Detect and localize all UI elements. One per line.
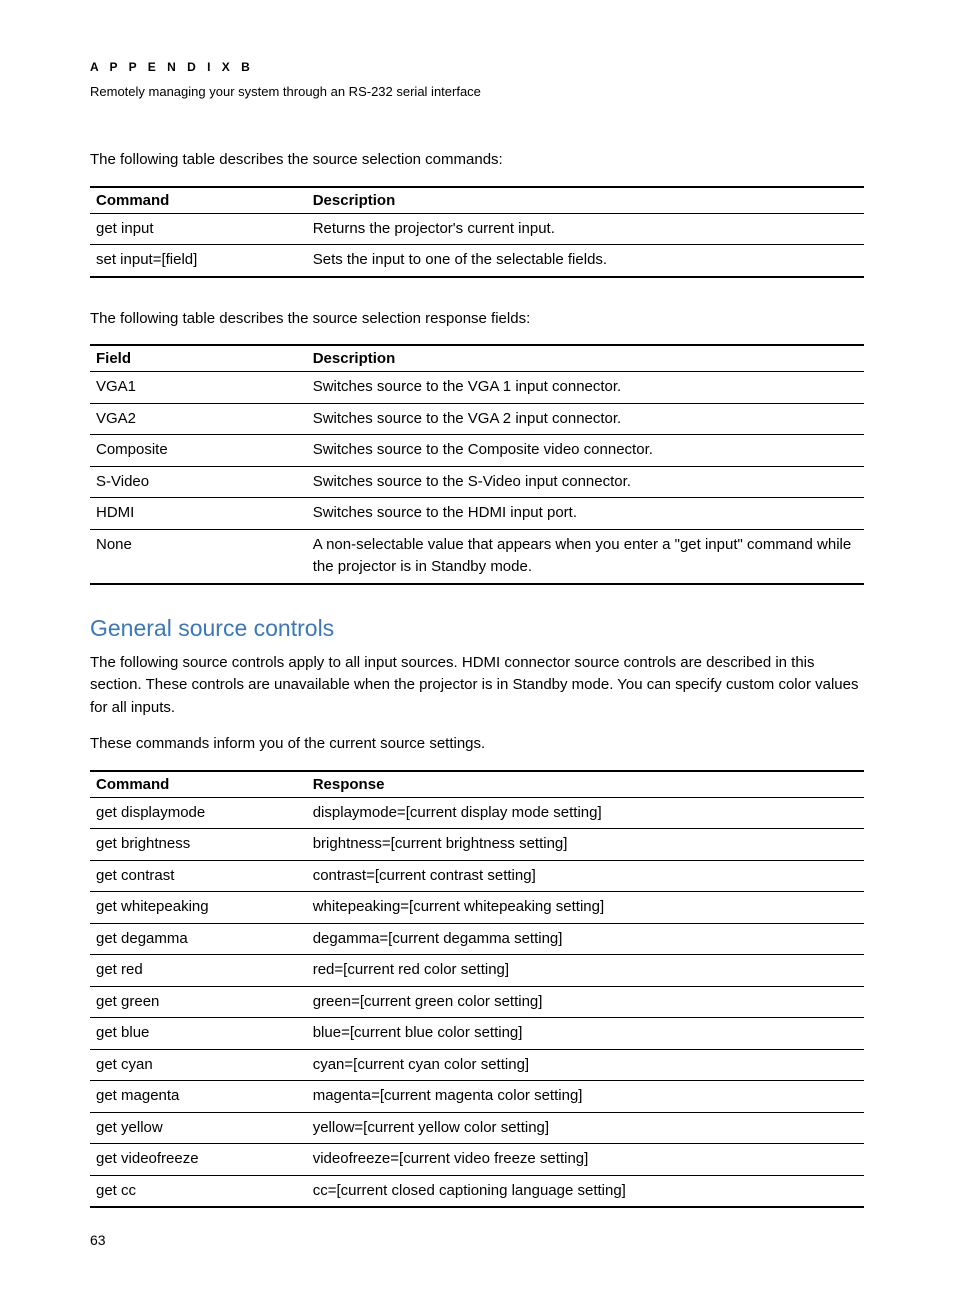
table-header: Description	[307, 187, 864, 214]
table-header: Field	[90, 345, 307, 372]
table-cell: whitepeaking=[current whitepeaking setti…	[307, 892, 864, 924]
table-cell: get green	[90, 986, 307, 1018]
table-row: get greengreen=[current green color sett…	[90, 986, 864, 1018]
appendix-label: A P P E N D I X B	[90, 60, 864, 74]
document-page: A P P E N D I X B Remotely managing your…	[0, 0, 954, 1298]
table-cell: yellow=[current yellow color setting]	[307, 1112, 864, 1144]
table-row: get whitepeakingwhitepeaking=[current wh…	[90, 892, 864, 924]
table-cell: get whitepeaking	[90, 892, 307, 924]
table-cell: S-Video	[90, 466, 307, 498]
table-cell: videofreeze=[current video freeze settin…	[307, 1144, 864, 1176]
table-cell: degamma=[current degamma setting]	[307, 923, 864, 955]
table-row: VGA1Switches source to the VGA 1 input c…	[90, 372, 864, 404]
table-cell: get blue	[90, 1018, 307, 1050]
table-cell: set input=[field]	[90, 245, 307, 277]
table-row: get contrastcontrast=[current contrast s…	[90, 860, 864, 892]
table-row: get redred=[current red color setting]	[90, 955, 864, 987]
table-row: get inputReturns the projector's current…	[90, 213, 864, 245]
table-row: get displaymodedisplaymode=[current disp…	[90, 797, 864, 829]
table-row: NoneA non-selectable value that appears …	[90, 529, 864, 584]
table-cell: Switches source to the HDMI input port.	[307, 498, 864, 530]
table-row: S-VideoSwitches source to the S-Video in…	[90, 466, 864, 498]
table-cell: VGA2	[90, 403, 307, 435]
table-row: CompositeSwitches source to the Composit…	[90, 435, 864, 467]
table-cell: cc=[current closed captioning language s…	[307, 1175, 864, 1207]
table-row: get yellowyellow=[current yellow color s…	[90, 1112, 864, 1144]
table-cell: get cc	[90, 1175, 307, 1207]
page-subtitle: Remotely managing your system through an…	[90, 84, 864, 99]
intro-text-2: The following table describes the source…	[90, 308, 864, 331]
table-cell: Sets the input to one of the selectable …	[307, 245, 864, 277]
section-paragraph-1: The following source controls apply to a…	[90, 652, 864, 720]
source-selection-commands-table: Command Description get inputReturns the…	[90, 186, 864, 278]
table-header: Command	[90, 187, 307, 214]
table-row: set input=[field]Sets the input to one o…	[90, 245, 864, 277]
table-row: get brightnessbrightness=[current bright…	[90, 829, 864, 861]
table-cell: green=[current green color setting]	[307, 986, 864, 1018]
table-cell: VGA1	[90, 372, 307, 404]
source-settings-table: Command Response get displaymodedisplaym…	[90, 770, 864, 1209]
table-cell: red=[current red color setting]	[307, 955, 864, 987]
section-heading: General source controls	[90, 615, 864, 642]
table-header: Command	[90, 771, 307, 798]
table-cell: get yellow	[90, 1112, 307, 1144]
table-cell: Switches source to the S-Video input con…	[307, 466, 864, 498]
table-cell: get videofreeze	[90, 1144, 307, 1176]
section-paragraph-2: These commands inform you of the current…	[90, 733, 864, 756]
table-cell: displaymode=[current display mode settin…	[307, 797, 864, 829]
table-cell: get input	[90, 213, 307, 245]
table-header: Description	[307, 345, 864, 372]
table-cell: get contrast	[90, 860, 307, 892]
table-cell: A non-selectable value that appears when…	[307, 529, 864, 584]
table-row: get blueblue=[current blue color setting…	[90, 1018, 864, 1050]
table-cell: Returns the projector's current input.	[307, 213, 864, 245]
table-row: get cyancyan=[current cyan color setting…	[90, 1049, 864, 1081]
table-cell: get cyan	[90, 1049, 307, 1081]
page-number: 63	[90, 1232, 106, 1248]
table-cell: get degamma	[90, 923, 307, 955]
source-selection-fields-table: Field Description VGA1Switches source to…	[90, 344, 864, 585]
table-cell: blue=[current blue color setting]	[307, 1018, 864, 1050]
table-cell: get displaymode	[90, 797, 307, 829]
table-header: Response	[307, 771, 864, 798]
table-row: get magentamagenta=[current magenta colo…	[90, 1081, 864, 1113]
table-row: HDMISwitches source to the HDMI input po…	[90, 498, 864, 530]
table-cell: Composite	[90, 435, 307, 467]
table-row: get videofreezevideofreeze=[current vide…	[90, 1144, 864, 1176]
table-row: get cccc=[current closed captioning lang…	[90, 1175, 864, 1207]
table-row: VGA2Switches source to the VGA 2 input c…	[90, 403, 864, 435]
intro-text-1: The following table describes the source…	[90, 149, 864, 172]
table-cell: get magenta	[90, 1081, 307, 1113]
table-cell: Switches source to the VGA 2 input conne…	[307, 403, 864, 435]
table-cell: cyan=[current cyan color setting]	[307, 1049, 864, 1081]
table-cell: Switches source to the Composite video c…	[307, 435, 864, 467]
table-cell: HDMI	[90, 498, 307, 530]
table-cell: None	[90, 529, 307, 584]
table-cell: brightness=[current brightness setting]	[307, 829, 864, 861]
table-cell: get brightness	[90, 829, 307, 861]
table-cell: get red	[90, 955, 307, 987]
table-cell: magenta=[current magenta color setting]	[307, 1081, 864, 1113]
table-cell: Switches source to the VGA 1 input conne…	[307, 372, 864, 404]
table-cell: contrast=[current contrast setting]	[307, 860, 864, 892]
table-row: get degammadegamma=[current degamma sett…	[90, 923, 864, 955]
